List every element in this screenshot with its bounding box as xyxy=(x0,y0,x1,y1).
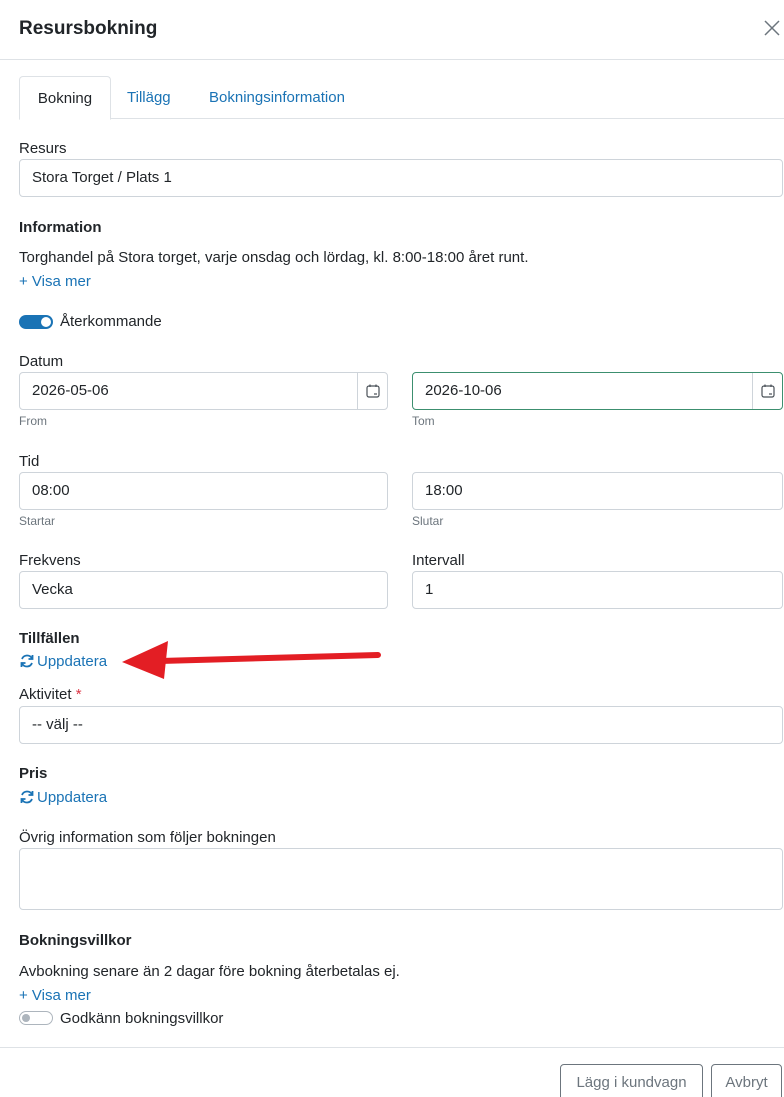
time-end-value: 18:00 xyxy=(425,482,463,499)
date-to-input[interactable]: 2026-10-06 xyxy=(412,372,783,410)
date-from-calendar-button[interactable] xyxy=(357,373,387,409)
dialog-header: Resursbokning xyxy=(0,0,784,60)
activity-value: -- välj -- xyxy=(32,716,83,733)
interval-input[interactable]: 1 xyxy=(412,571,783,609)
price-refresh-link[interactable]: Uppdatera xyxy=(19,789,107,806)
time-start-input[interactable]: 08:00 xyxy=(19,472,388,510)
footer-divider xyxy=(0,1047,784,1048)
date-to-value: 2026-10-06 xyxy=(425,382,502,399)
information-heading: Information xyxy=(19,219,102,236)
frequency-value: Vecka xyxy=(32,581,73,598)
recurring-label: Återkommande xyxy=(60,313,162,330)
frequency-label: Frekvens xyxy=(19,552,81,569)
tab-bokning[interactable]: Bokning xyxy=(19,76,111,120)
occasions-refresh-link[interactable]: Uppdatera xyxy=(19,653,107,670)
date-from-input[interactable]: 2026-05-06 xyxy=(19,372,388,410)
tab-bar: Bokning Tillägg Bokningsinformation xyxy=(19,76,784,120)
close-icon xyxy=(764,20,780,36)
other-info-label: Övrig information som följer bokningen xyxy=(19,829,276,846)
price-refresh-label: Uppdatera xyxy=(37,789,108,806)
date-from-value: 2026-05-06 xyxy=(32,382,109,399)
date-to-calendar-button[interactable] xyxy=(752,373,782,409)
calendar-icon xyxy=(760,384,775,398)
interval-value: 1 xyxy=(425,581,434,598)
resource-select[interactable]: Stora Torget / Plats 1 xyxy=(19,159,783,197)
interval-label: Intervall xyxy=(412,552,465,569)
information-show-more-link[interactable]: + Visa mer xyxy=(19,273,91,290)
occasions-refresh-label: Uppdatera xyxy=(37,653,108,670)
accept-terms-toggle[interactable] xyxy=(19,1011,53,1025)
annotation-arrow-icon xyxy=(122,641,381,679)
resource-value: Stora Torget / Plats 1 xyxy=(32,169,172,186)
price-heading: Pris xyxy=(19,765,48,782)
accept-terms-label: Godkänn bokningsvillkor xyxy=(60,1010,224,1027)
tab-bokningsinformation[interactable]: Bokningsinformation xyxy=(209,76,345,119)
information-text: Torghandel på Stora torget, varje onsdag… xyxy=(19,249,529,266)
dialog-title: Resursbokning xyxy=(19,18,158,39)
terms-show-more-link[interactable]: + Visa mer xyxy=(19,987,91,1004)
date-from-hint: From xyxy=(19,414,47,428)
tab-tillagg[interactable]: Tillägg xyxy=(127,76,171,119)
refresh-icon xyxy=(20,654,34,668)
frequency-select[interactable]: Vecka xyxy=(19,571,388,609)
date-to-hint: Tom xyxy=(412,414,435,428)
occasions-heading: Tillfällen xyxy=(19,630,80,647)
resource-label: Resurs xyxy=(19,140,67,157)
close-button[interactable] xyxy=(760,16,784,40)
refresh-icon xyxy=(20,790,34,804)
date-label: Datum xyxy=(19,353,64,370)
calendar-icon xyxy=(365,384,380,398)
recurring-toggle[interactable] xyxy=(19,315,53,329)
time-end-hint: Slutar xyxy=(412,514,444,528)
time-end-input[interactable]: 18:00 xyxy=(412,472,783,510)
other-info-textarea[interactable] xyxy=(19,848,783,910)
activity-label: Aktivitet * xyxy=(19,686,82,703)
required-mark: * xyxy=(75,686,82,703)
time-start-hint: Startar xyxy=(19,514,56,528)
terms-text: Avbokning senare än 2 dagar före bokning… xyxy=(19,963,400,980)
time-label: Tid xyxy=(19,453,40,470)
activity-select[interactable]: -- välj -- xyxy=(19,706,783,744)
time-start-value: 08:00 xyxy=(32,482,70,499)
terms-heading: Bokningsvillkor xyxy=(19,932,132,949)
cancel-button[interactable]: Avbryt xyxy=(711,1064,782,1097)
booking-dialog: Resursbokning Bokning Tillägg Bokningsin… xyxy=(0,0,784,1097)
add-to-cart-button[interactable]: Lägg i kundvagn xyxy=(560,1064,703,1097)
